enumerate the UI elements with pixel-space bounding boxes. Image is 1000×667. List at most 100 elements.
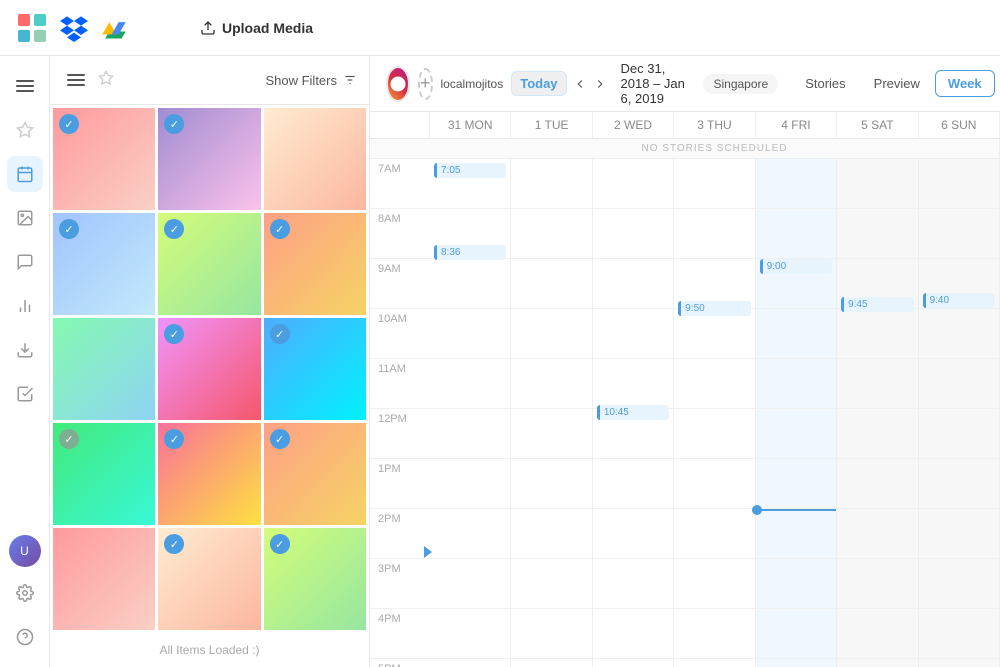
time-row <box>674 609 754 659</box>
upload-label: Upload Media <box>222 20 313 36</box>
media-item[interactable]: ✓ <box>158 528 260 630</box>
calendar-panel: + localmojitos Today Dec 31, 2018 – Jan … <box>370 56 1000 667</box>
day-col-thu[interactable]: 9:50 <box>674 159 755 667</box>
calendar-event[interactable]: 7:05 <box>434 163 506 178</box>
next-nav[interactable] <box>593 70 607 98</box>
sidebar-icon-chart[interactable] <box>7 288 43 324</box>
view-tab-preview[interactable]: Preview <box>861 70 933 97</box>
time-row <box>756 159 836 209</box>
sidebar-icon-star[interactable] <box>7 112 43 148</box>
media-check-icon: ✓ <box>59 429 79 449</box>
time-grid-container: 7AM8AM9AM10AM11AM12PM1PM2PM3PM4PM5PM6PM7… <box>370 159 1000 667</box>
media-item[interactable]: ✓ <box>158 423 260 525</box>
time-row <box>837 209 917 259</box>
day-col-tue[interactable] <box>511 159 592 667</box>
date-range: Dec 31, 2018 – Jan 6, 2019 <box>621 61 690 106</box>
calendar-event[interactable]: 9:40 <box>923 293 995 308</box>
time-row <box>837 559 917 609</box>
today-button[interactable]: Today <box>511 71 566 96</box>
upload-icon <box>200 20 216 36</box>
calendar-event[interactable]: 9:50 <box>678 301 750 316</box>
media-item[interactable]: ✓ <box>264 213 366 315</box>
media-check-icon: ✓ <box>59 114 79 134</box>
day-header-thu: 3 THU <box>674 112 755 138</box>
time-label: 1PM <box>370 459 430 509</box>
sidebar-icon-settings[interactable] <box>7 575 43 611</box>
media-item[interactable] <box>53 528 155 630</box>
time-row <box>674 509 754 559</box>
time-row <box>593 359 673 409</box>
time-row <box>511 259 591 309</box>
time-row <box>919 209 999 259</box>
add-account-button[interactable]: + <box>418 68 433 100</box>
all-loaded-label: All Items Loaded :) <box>159 643 259 657</box>
time-row <box>674 409 754 459</box>
view-tab-stories[interactable]: Stories <box>792 70 858 97</box>
time-row <box>511 359 591 409</box>
sidebar-icon-checklist[interactable] <box>7 376 43 412</box>
time-row <box>919 159 999 209</box>
media-item[interactable]: ✓ <box>264 318 366 420</box>
media-item[interactable]: ✓ <box>264 528 366 630</box>
time-row <box>919 309 999 359</box>
time-row <box>756 459 836 509</box>
sidebar-icon-chat[interactable] <box>7 244 43 280</box>
sidebar-icon-image[interactable] <box>7 200 43 236</box>
media-item[interactable]: ✓ <box>53 213 155 315</box>
calendar-event[interactable]: 8:36 <box>434 245 506 260</box>
time-row <box>837 409 917 459</box>
day-col-sat[interactable]: 9:45 <box>837 159 918 667</box>
time-row <box>919 609 999 659</box>
calendar-event[interactable]: 9:45 <box>841 297 913 312</box>
media-item[interactable]: ✓ <box>53 423 155 525</box>
upload-media-button[interactable]: Upload Media <box>200 20 313 36</box>
day-header-tue: 1 TUE <box>511 112 592 138</box>
day-col-fri[interactable]: 9:00 <box>756 159 837 667</box>
time-row <box>837 459 917 509</box>
show-filters-button[interactable]: Show Filters <box>265 73 357 88</box>
sidebar-icon-download[interactable] <box>7 332 43 368</box>
day-header-sun: 6 SUN <box>919 112 1000 138</box>
time-row <box>674 559 754 609</box>
media-item[interactable]: ✓ <box>158 318 260 420</box>
account-avatar[interactable] <box>386 66 410 102</box>
sidebar-icon-calendar[interactable] <box>7 156 43 192</box>
time-row <box>756 509 836 559</box>
media-item[interactable] <box>264 108 366 210</box>
day-col-sun[interactable]: 9:40 <box>919 159 1000 667</box>
media-check-icon: ✓ <box>270 324 290 344</box>
hamburger-menu[interactable] <box>62 66 90 94</box>
time-row <box>511 509 591 559</box>
media-check-icon: ✓ <box>270 219 290 239</box>
media-item[interactable] <box>53 318 155 420</box>
time-row <box>593 609 673 659</box>
calendar-event[interactable]: 10:45 <box>597 405 669 420</box>
app-logo <box>16 12 48 44</box>
calendar-event[interactable]: 9:00 <box>760 259 832 274</box>
media-item[interactable]: ✓ <box>53 108 155 210</box>
media-item[interactable]: ✓ <box>264 423 366 525</box>
user-avatar[interactable]: U <box>9 535 41 567</box>
day-col-mon[interactable]: 7:05 8:36 <box>430 159 511 667</box>
day-col-wed[interactable]: 10:45 <box>593 159 674 667</box>
stories-cell-mon: NO STORIES SCHEDULED <box>430 139 1000 158</box>
time-row <box>430 509 510 559</box>
media-item[interactable]: ✓ <box>158 213 260 315</box>
time-row <box>593 159 673 209</box>
view-tab-month[interactable]: Month <box>997 70 1000 97</box>
time-row <box>919 459 999 509</box>
time-label: 5PM <box>370 659 430 667</box>
time-row <box>593 459 673 509</box>
star-filter[interactable] <box>98 70 114 91</box>
calendar-header: + localmojitos Today Dec 31, 2018 – Jan … <box>370 56 1000 112</box>
time-row <box>674 309 754 359</box>
time-row <box>430 559 510 609</box>
view-tab-week[interactable]: Week <box>935 70 995 97</box>
main-layout: U Show Filters <box>0 56 1000 667</box>
media-item[interactable]: ✓ <box>158 108 260 210</box>
prev-nav[interactable] <box>573 70 587 98</box>
time-row <box>511 659 591 667</box>
sidebar-icon-menu[interactable] <box>7 68 43 104</box>
time-label: 12PM <box>370 409 430 459</box>
sidebar-icon-help[interactable] <box>7 619 43 655</box>
